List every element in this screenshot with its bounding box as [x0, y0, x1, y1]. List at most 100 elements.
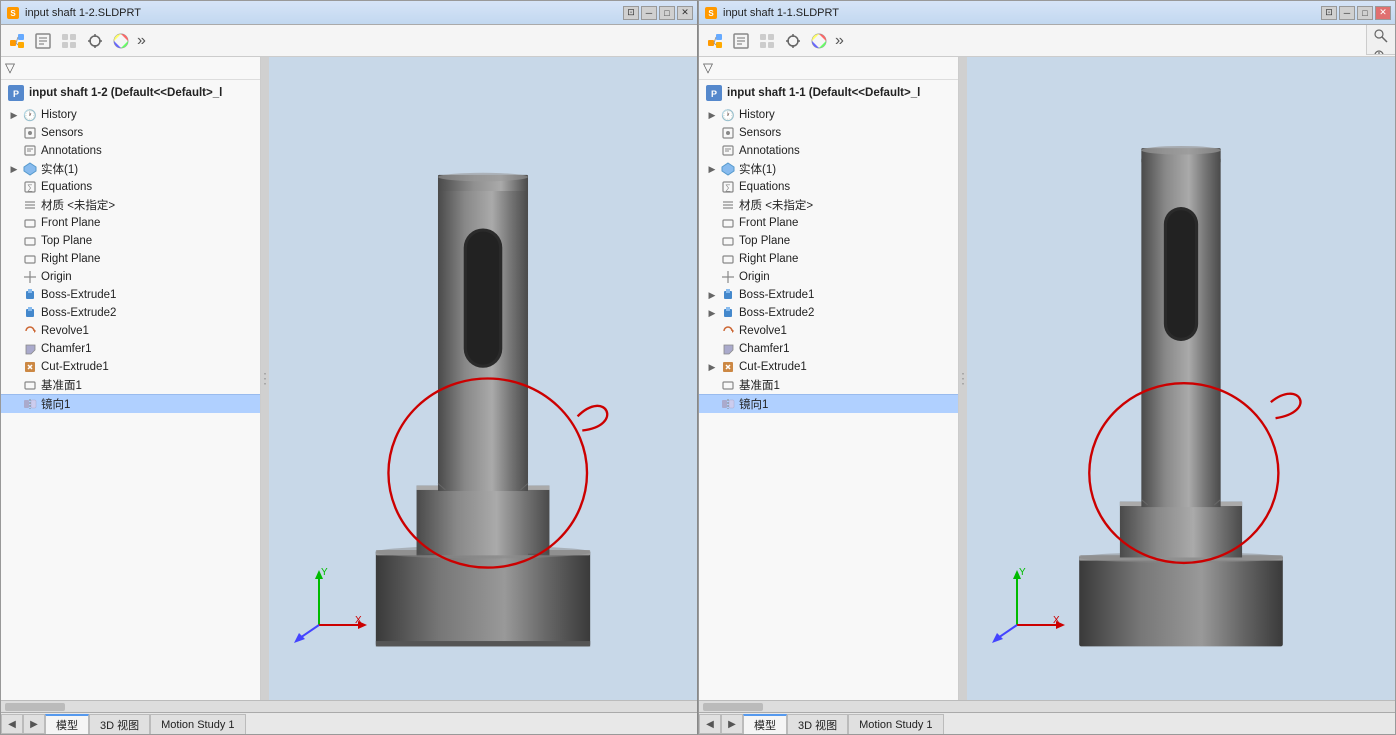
right-crosshair-icon[interactable]	[781, 29, 805, 53]
left-scroll-thumb[interactable]	[5, 703, 65, 711]
right-tree-root[interactable]: P input shaft 1-1 (Default<<Default>_l	[699, 80, 958, 106]
right-resize-handle[interactable]	[959, 57, 967, 700]
right-origin-label: Origin	[739, 271, 950, 283]
left-tree-mirror1[interactable]: 镜向1	[1, 394, 260, 413]
left-tree-rightplane[interactable]: Right Plane	[1, 250, 260, 268]
left-tab-motion[interactable]: Motion Study 1	[150, 714, 245, 734]
left-toolbar-more[interactable]: »	[135, 32, 148, 50]
left-origin-icon	[22, 269, 38, 285]
left-tree-bossextrude2[interactable]: Boss-Extrude2	[1, 304, 260, 322]
left-tab-model[interactable]: 模型	[45, 714, 89, 734]
left-feature-tree-icon[interactable]	[5, 29, 29, 53]
zoom-in-icon[interactable]	[1371, 48, 1391, 55]
right-tree-material[interactable]: 材质 <未指定>	[699, 196, 958, 214]
svg-text:X: X	[355, 615, 362, 626]
right-close-btn[interactable]: ✕	[1375, 6, 1391, 20]
right-color-icon[interactable]	[807, 29, 831, 53]
left-tree-annotations[interactable]: Annotations	[1, 142, 260, 160]
right-title-bar: S input shaft 1-1.SLDPRT ⊡ ─ □ ✕	[699, 1, 1395, 25]
right-property-icon[interactable]	[729, 29, 753, 53]
right-title-bar-left: S input shaft 1-1.SLDPRT	[703, 5, 839, 21]
left-viewport[interactable]: Y X	[269, 57, 697, 700]
right-tree-origin[interactable]: Origin	[699, 268, 958, 286]
right-tree-bossextrude2[interactable]: ▶ Boss-Extrude2	[699, 304, 958, 322]
right-tree-baseplane1[interactable]: 基准面1	[699, 376, 958, 394]
right-content-area: ▽ P input shaft 1-1 (Default<<Default>_l…	[699, 57, 1395, 700]
left-tree-topplane[interactable]: Top Plane	[1, 232, 260, 250]
right-viewport[interactable]: Y X	[967, 57, 1395, 700]
right-bossextrude1-label: Boss-Extrude1	[739, 289, 950, 301]
left-crosshair-icon[interactable]	[83, 29, 107, 53]
right-tree-mirror1[interactable]: 镜向1	[699, 394, 958, 413]
left-content-area: ▽ P input shaft 1-2 (Default<<Default>_l…	[1, 57, 697, 700]
right-tree-topplane[interactable]: Top Plane	[699, 232, 958, 250]
right-h-scrollbar[interactable]	[699, 700, 1395, 712]
left-tab-3dview[interactable]: 3D 视图	[89, 714, 150, 734]
zoom-to-fit-icon[interactable]	[1371, 27, 1391, 45]
right-tree-history[interactable]: ▶ 🕐 History	[699, 106, 958, 124]
left-max-btn[interactable]: □	[659, 6, 675, 20]
left-tree-content: ▶ 🕐 History Sensors	[1, 106, 260, 700]
right-baseplane1-icon	[720, 377, 736, 393]
right-cutextrude1-arrow: ▶	[707, 362, 717, 373]
left-origin-label: Origin	[41, 271, 252, 283]
left-tree-revolve1[interactable]: Revolve1	[1, 322, 260, 340]
left-axes-svg: Y X	[289, 565, 369, 645]
left-tree-frontplane[interactable]: Front Plane	[1, 214, 260, 232]
left-mirror1-label: 镜向1	[41, 396, 252, 412]
right-tree-rightplane[interactable]: Right Plane	[699, 250, 958, 268]
left-tree-origin[interactable]: Origin	[1, 268, 260, 286]
right-annotations-label: Annotations	[739, 145, 950, 157]
right-tab-prev[interactable]: ◀	[699, 714, 721, 734]
left-tree-history[interactable]: ▶ 🕐 History	[1, 106, 260, 124]
left-property-icon[interactable]	[31, 29, 55, 53]
right-sensors-label: Sensors	[739, 127, 950, 139]
left-tree-baseplane1[interactable]: 基准面1	[1, 376, 260, 394]
right-tree-revolve1[interactable]: Revolve1	[699, 322, 958, 340]
right-tree-solid[interactable]: ▶ 实体(1)	[699, 160, 958, 178]
right-toolbar-more[interactable]: »	[833, 32, 846, 50]
left-close-btn[interactable]: ✕	[677, 6, 693, 20]
svg-text:P: P	[13, 89, 19, 99]
right-tree-equations[interactable]: ∑ Equations	[699, 178, 958, 196]
right-mirror1-icon	[720, 396, 736, 412]
right-tab-motion[interactable]: Motion Study 1	[848, 714, 943, 734]
left-tree-solid[interactable]: ▶ 实体(1)	[1, 160, 260, 178]
left-restore-btn[interactable]: ⊡	[623, 6, 639, 20]
right-tab-next[interactable]: ▶	[721, 714, 743, 734]
left-tree-chamfer1[interactable]: Chamfer1	[1, 340, 260, 358]
left-rightplane-label: Right Plane	[41, 253, 252, 265]
left-frontplane-label: Front Plane	[41, 217, 252, 229]
right-tab-model[interactable]: 模型	[743, 714, 787, 734]
left-tree-material[interactable]: 材质 <未指定>	[1, 196, 260, 214]
right-feature-tree-icon[interactable]	[703, 29, 727, 53]
left-tree-sensors[interactable]: Sensors	[1, 124, 260, 142]
right-tree-sensors[interactable]: Sensors	[699, 124, 958, 142]
left-tree-root[interactable]: P input shaft 1-2 (Default<<Default>_l	[1, 80, 260, 106]
right-tab-3dview[interactable]: 3D 视图	[787, 714, 848, 734]
left-bossextrude2-icon	[22, 305, 38, 321]
right-tree-bossextrude1[interactable]: ▶ Boss-Extrude1	[699, 286, 958, 304]
right-min-btn[interactable]: ─	[1339, 6, 1355, 20]
left-color-icon[interactable]	[109, 29, 133, 53]
left-tree-equations[interactable]: ∑ Equations	[1, 178, 260, 196]
right-restore-btn[interactable]: ⊡	[1321, 6, 1337, 20]
left-sensors-icon	[22, 125, 38, 141]
left-tree-cutextrude1[interactable]: Cut-Extrude1	[1, 358, 260, 376]
left-solid-arrow: ▶	[9, 164, 19, 175]
right-tree-frontplane[interactable]: Front Plane	[699, 214, 958, 232]
right-tree-cutextrude1[interactable]: ▶ Cut-Extrude1	[699, 358, 958, 376]
right-tree-annotations[interactable]: Annotations	[699, 142, 958, 160]
left-tree-bossextrude1[interactable]: Boss-Extrude1	[1, 286, 260, 304]
right-scroll-thumb[interactable]	[703, 703, 763, 711]
left-min-btn[interactable]: ─	[641, 6, 657, 20]
left-h-scrollbar[interactable]	[1, 700, 697, 712]
right-tree-chamfer1[interactable]: Chamfer1	[699, 340, 958, 358]
right-max-btn[interactable]: □	[1357, 6, 1373, 20]
left-config-icon[interactable]	[57, 29, 81, 53]
right-config-icon[interactable]	[755, 29, 779, 53]
left-tab-prev[interactable]: ◀	[1, 714, 23, 734]
left-resize-handle[interactable]	[261, 57, 269, 700]
left-tab-next[interactable]: ▶	[23, 714, 45, 734]
right-solid-label: 实体(1)	[739, 161, 950, 177]
